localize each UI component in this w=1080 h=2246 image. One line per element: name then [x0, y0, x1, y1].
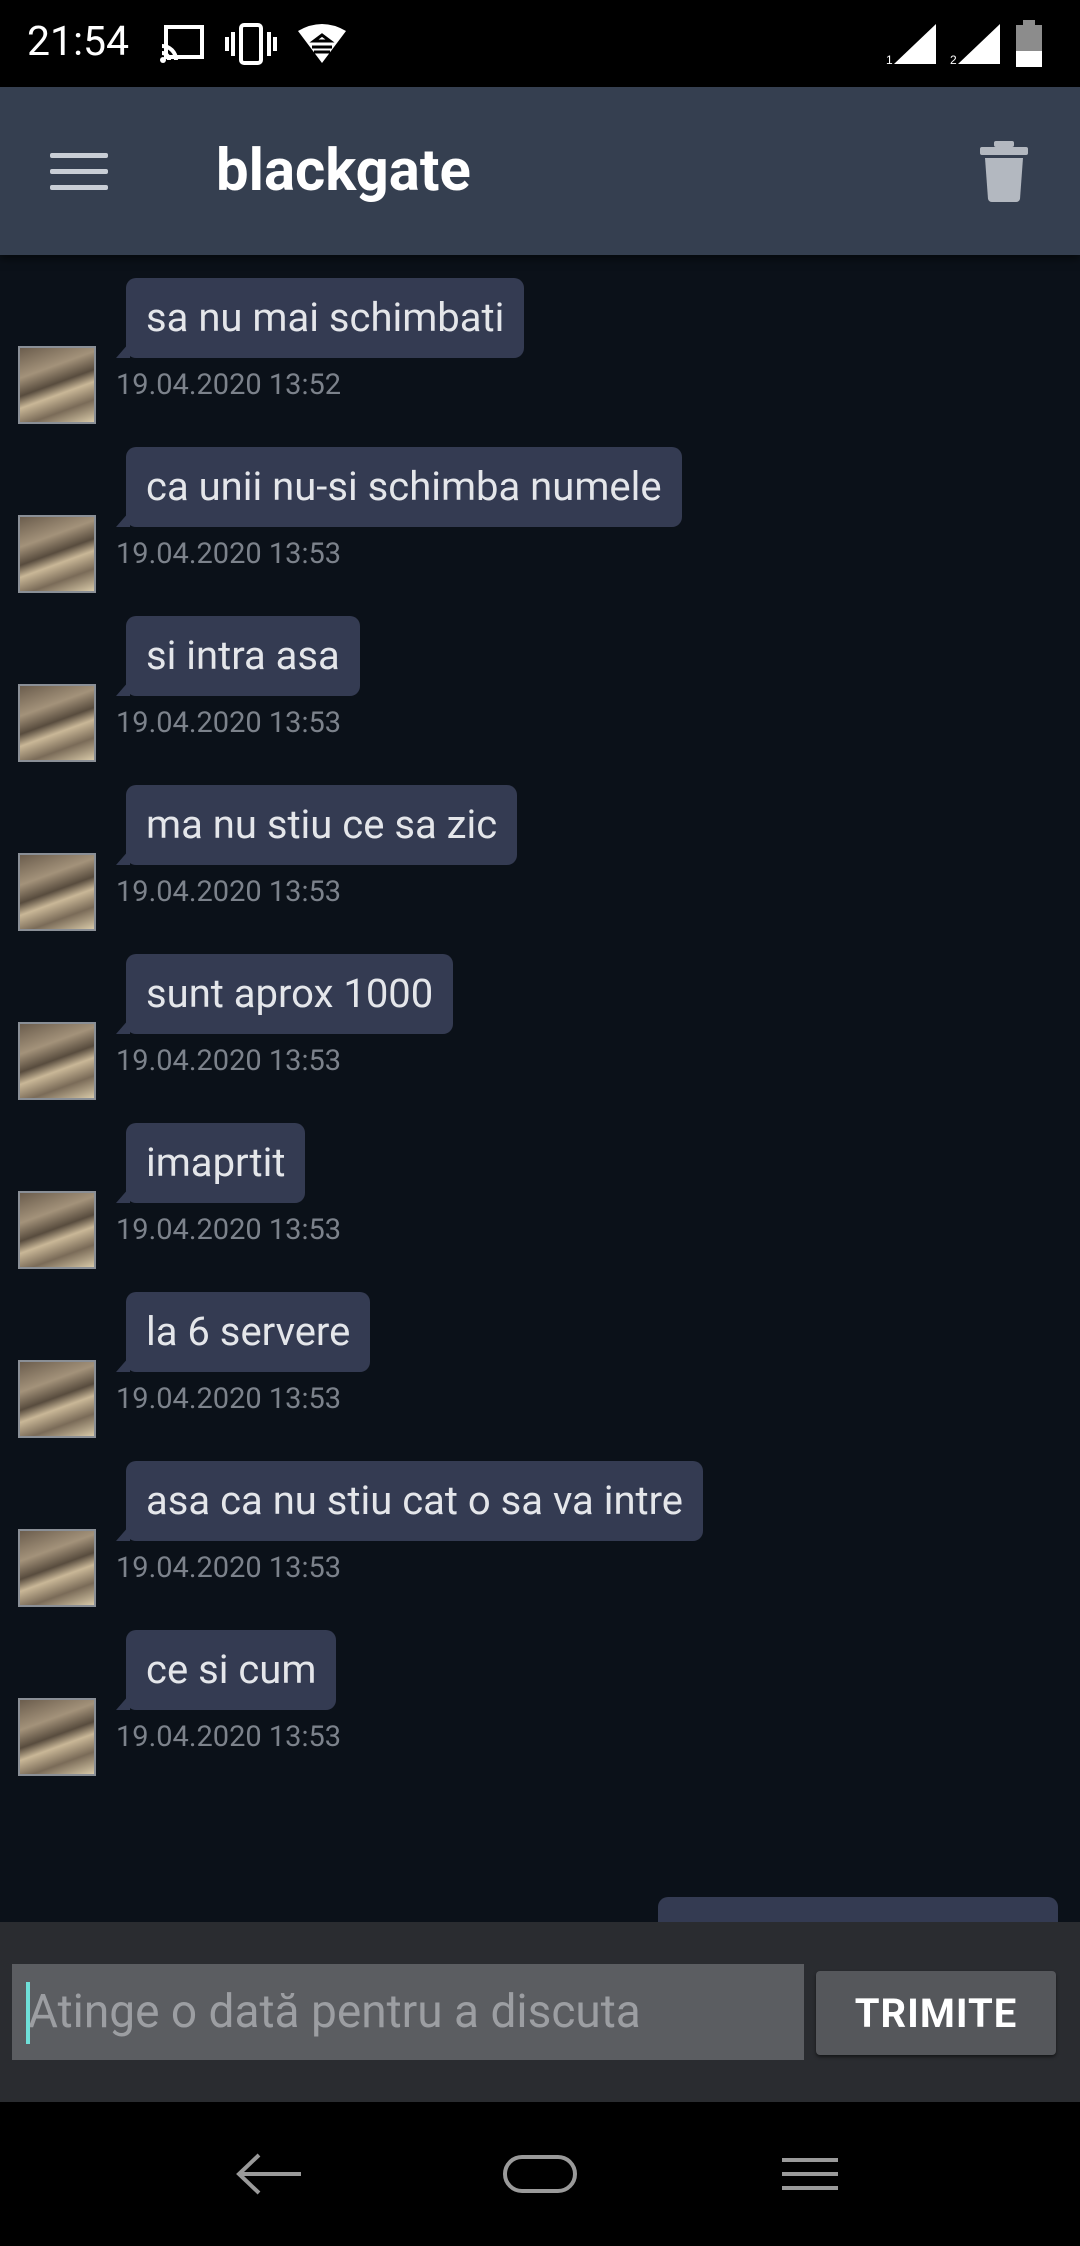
message-timestamp: 19.04.2020 13:52 — [116, 368, 342, 402]
message-row: sa nu mai schimbati 19.04.2020 13:52 — [0, 255, 1080, 424]
trash-icon — [980, 141, 1028, 202]
message-row: ce si cum 19.04.2020 13:53 — [0, 1596, 1080, 1776]
message-row: ma nu stiu ce sa zic 19.04.2020 13:53 — [0, 751, 1080, 931]
menu-icon — [50, 152, 108, 158]
system-nav-bar — [0, 2102, 1080, 2246]
chat-title: blackgate — [216, 137, 471, 205]
message-bubble[interactable]: asa ca nu stiu cat o sa va intre — [115, 1461, 704, 1541]
status-icons-right: 1 2 — [886, 18, 1044, 70]
message-timestamp: 19.04.2020 13:53 — [116, 706, 342, 740]
app-bar: blackgate — [0, 87, 1080, 255]
status-time: 21:54 — [27, 18, 130, 66]
message-timestamp: 19.04.2020 13:53 — [116, 1551, 342, 1585]
message-bubble[interactable]: sa nu mai schimbati — [115, 278, 525, 358]
message-bubble[interactable]: ma nu stiu ce sa zic — [115, 785, 518, 865]
message-row: imaprtit 19.04.2020 13:53 — [0, 1089, 1080, 1269]
wifi-icon — [298, 24, 346, 63]
composer-bar: TRIMITE — [0, 1922, 1080, 2102]
message-timestamp: 19.04.2020 13:53 — [116, 1720, 342, 1754]
message-timestamp: 19.04.2020 13:53 — [116, 1382, 342, 1416]
svg-text:1: 1 — [886, 53, 893, 66]
status-icons-left — [160, 14, 348, 74]
message-timestamp: 19.04.2020 13:53 — [116, 537, 342, 571]
message-bubble[interactable]: ca unii nu-si schimba numele — [116, 447, 682, 527]
message-input[interactable] — [12, 1964, 804, 2060]
menu-button[interactable] — [50, 139, 120, 203]
avatar[interactable] — [18, 1698, 96, 1776]
home-pill-icon — [503, 2155, 577, 2193]
text-cursor — [26, 1982, 30, 2044]
nav-home-button[interactable] — [485, 2138, 595, 2210]
outgoing-message-bubble-partial — [658, 1897, 1058, 1922]
message-bubble[interactable]: ce si cum — [115, 1630, 337, 1710]
message-bubble[interactable]: imaprtit — [115, 1123, 306, 1203]
back-arrow-icon — [236, 2153, 301, 2195]
nav-recents-button[interactable] — [755, 2138, 865, 2210]
delete-button[interactable] — [974, 139, 1034, 203]
message-timestamp: 19.04.2020 13:53 — [116, 1044, 342, 1078]
message-row: sunt aprox 1000 19.04.2020 13:53 — [0, 920, 1080, 1100]
message-row: ca unii nu-si schimba numele 19.04.2020 1… — [0, 413, 1080, 593]
message-bubble[interactable]: sunt aprox 1000 — [115, 954, 454, 1034]
signal-sim2-icon: 2 — [950, 24, 1000, 66]
message-row: asa ca nu stiu cat o sa va intre 19.04.20… — [0, 1427, 1080, 1607]
battery-icon — [1016, 20, 1042, 67]
recents-menu-icon — [782, 2158, 838, 2190]
chat-list[interactable]: 19.04.2020 13:52 sa nu mai schimbati 19.04… — [0, 255, 1080, 1922]
message-timestamp: 19.04.2020 13:53 — [116, 1213, 342, 1247]
cast-icon — [160, 25, 204, 63]
svg-text:2: 2 — [950, 53, 957, 66]
send-button[interactable]: TRIMITE — [816, 1971, 1056, 2055]
message-bubble[interactable]: la 6 servere — [115, 1292, 371, 1372]
message-row: si intra asa 19.04.2020 13:53 — [0, 582, 1080, 762]
message-timestamp: 19.04.2020 13:53 — [116, 875, 342, 909]
vibrate-icon — [225, 23, 277, 65]
message-row: la 6 servere 19.04.2020 13:53 — [0, 1258, 1080, 1438]
message-bubble[interactable]: si intra asa — [116, 616, 360, 696]
status-bar: 21:54 1 2 — [0, 0, 1080, 87]
signal-sim1-icon: 1 — [886, 24, 936, 66]
nav-back-button[interactable] — [215, 2138, 325, 2210]
